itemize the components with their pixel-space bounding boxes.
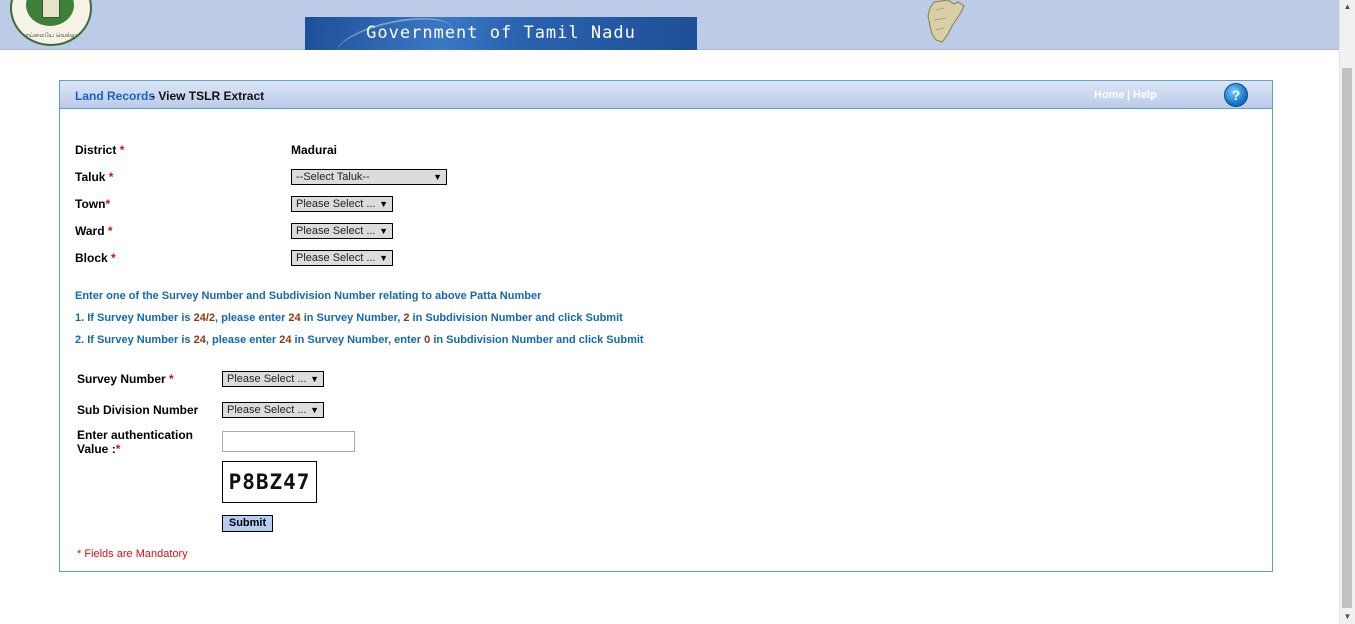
sub-division-label: Sub Division Number [77,403,199,417]
chevron-down-icon: ▼ [379,226,388,236]
required-marker: * [108,170,114,184]
auth-label-line2: Value : [77,442,116,456]
district-label: District * [75,143,124,157]
survey-number-select[interactable]: Please Select ... ▼ [222,371,324,387]
taluk-label: Taluk * [75,170,113,184]
land-records-link[interactable]: Land Records [75,89,155,103]
auth-label: Enter authentication Value :* [77,428,193,456]
page-scrollbar[interactable]: ▲ ▼ [1339,0,1355,624]
taluk-selected-value: --Select Taluk-- [296,171,370,183]
example-value: 24 [279,334,292,346]
sub-division-selected-value: Please Select ... [227,404,307,416]
required-marker: * [169,372,174,386]
instruction-text: 1. If Survey Number is [75,312,194,324]
instruction-text: , please enter [215,312,289,324]
chevron-down-icon: ▼ [310,405,319,415]
auth-value-input[interactable] [222,431,355,452]
mandatory-note: * Fields are Mandatory [77,548,188,560]
survey-number-label: Survey Number * [77,372,174,386]
instruction-text: in Subdivision Number and click Submit [430,334,644,346]
scrollbar-thumb[interactable] [1342,68,1352,608]
chevron-down-icon: ▼ [379,199,388,209]
required-marker: * [115,442,121,456]
ward-label: Ward * [75,224,113,238]
panel-header: Land Records - View TSLR Extract Home | … [60,81,1272,109]
block-label: Block * [75,251,116,265]
chevron-down-icon: ▼ [433,172,442,182]
required-marker: * [105,197,111,211]
tamil-nadu-emblem-logo: வாய்மையே வெல்லும் [10,0,92,46]
required-marker: * [111,251,116,265]
district-value: Madurai [291,143,338,157]
instruction-text: in Survey Number, [300,312,404,324]
example-value: 24 [288,312,301,324]
chevron-down-icon: ▼ [379,253,388,263]
survey-number-selected-value: Please Select ... [227,373,307,385]
instruction-text: in Subdivision Number and click Submit [409,312,623,324]
emblem-motto: வாய்மையே வெல்லும் [19,33,82,39]
required-marker: * [119,143,125,157]
block-label-text: Block [75,251,108,265]
ward-label-text: Ward [75,224,105,238]
header-link-separator: | [1127,89,1131,101]
banner-swoosh [331,8,459,76]
sub-division-select[interactable]: Please Select ... ▼ [222,402,324,418]
home-link[interactable]: Home [1094,89,1125,101]
tslr-extract-panel: Land Records - View TSLR Extract Home | … [59,80,1273,572]
taluk-select[interactable]: --Select Taluk-- ▼ [291,169,447,185]
ward-select[interactable]: Please Select ... ▼ [291,223,393,239]
example-value: 24 [193,334,206,346]
help-link[interactable]: Help [1133,89,1157,101]
tamil-nadu-map-icon [927,0,965,43]
survey-number-label-text: Survey Number [77,372,166,386]
scroll-down-arrow-icon[interactable]: ▼ [1340,610,1355,624]
ward-selected-value: Please Select ... [296,225,376,237]
town-selected-value: Please Select ... [296,198,376,210]
page-title: - View TSLR Extract [151,89,265,103]
instruction-text: in Survey Number, enter [291,334,425,346]
instruction-intro: Enter one of the Survey Number and Subdi… [75,290,542,302]
scroll-up-arrow-icon[interactable]: ▲ [1340,0,1355,14]
instruction-text: 2. If Survey Number is [75,334,194,346]
block-select[interactable]: Please Select ... ▼ [291,250,393,266]
block-selected-value: Please Select ... [296,252,376,264]
required-marker: * [107,224,113,238]
town-label: Town* [75,197,110,211]
town-label-text: Town [75,197,106,211]
example-value: 24/2 [193,312,216,324]
gopuram-icon [42,0,60,18]
help-question-icon[interactable]: ? [1224,83,1248,107]
chevron-down-icon: ▼ [310,374,319,384]
submit-button[interactable]: Submit [222,515,273,532]
district-label-text: District [75,143,117,157]
auth-label-line1: Enter authentication [77,428,194,442]
taluk-label-text: Taluk [75,170,106,184]
instruction-text: , please enter [205,334,280,346]
instruction-line-2: 2. If Survey Number is 24, please enter … [75,334,644,346]
top-banner: வாய்மையே வெல்லும் Government of Tamil Na… [0,0,1340,76]
instruction-line-1: 1. If Survey Number is 24/2, please ente… [75,312,623,324]
captcha-image: P8BZ47 [222,461,317,503]
government-banner: Government of Tamil Nadu [305,8,697,76]
town-select[interactable]: Please Select ... ▼ [291,196,393,212]
